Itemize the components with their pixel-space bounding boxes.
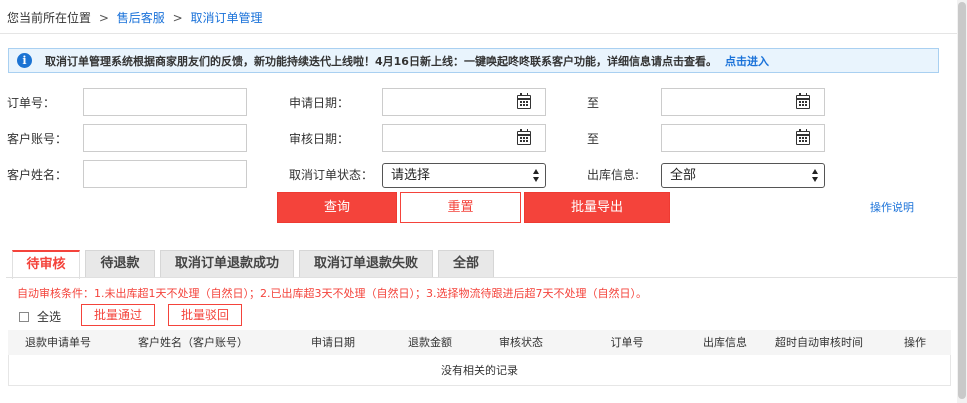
breadcrumb-item-cancel-order[interactable]: 取消订单管理 (190, 11, 262, 25)
empty-text: 没有相关的记录 (441, 364, 518, 377)
apply-date-end-input[interactable] (661, 88, 825, 116)
header-divider (0, 33, 967, 34)
select-arrows-icon (533, 169, 540, 182)
tab-refund-success[interactable]: 取消订单退款成功 (160, 250, 294, 278)
col-order-no: 订单号 (610, 336, 644, 349)
breadcrumb-separator: > (172, 11, 183, 25)
notice-banner: i 取消订单管理系统根据商家朋友们的反馈，新功能持续迭代上线啦！4月16日新上线… (8, 48, 939, 73)
col-customer: 客户姓名（客户账号） (138, 336, 248, 349)
calendar-icon[interactable] (517, 129, 531, 145)
col-actions: 操作 (904, 336, 926, 349)
order-no-input[interactable] (83, 88, 247, 116)
calendar-icon[interactable] (796, 93, 810, 109)
apply-date-start-input[interactable] (382, 88, 546, 116)
breadcrumb: 您当前所在位置 > 售后客服 > 取消订单管理 (7, 9, 262, 27)
select-all-label: 全选 (37, 310, 62, 324)
cancel-status-select[interactable]: 请选择 (382, 163, 546, 188)
tab-pending-refund[interactable]: 待退款 (85, 250, 155, 278)
customer-name-input[interactable] (83, 160, 247, 188)
col-outbound: 出库信息 (703, 336, 747, 349)
col-auto-review-time: 超时自动审核时间 (775, 336, 863, 349)
outbound-value: 全部 (670, 168, 697, 183)
tab-refund-failed[interactable]: 取消订单退款失败 (299, 250, 433, 278)
notice-link[interactable]: 点击进入 (725, 53, 769, 69)
outbound-select[interactable]: 全部 (661, 163, 825, 188)
col-refund-amount: 退款金额 (408, 336, 452, 349)
notice-text: 取消订单管理系统根据商家朋友们的反馈，新功能持续迭代上线啦！4月16日新上线：一… (45, 54, 717, 68)
select-arrows-icon (812, 169, 819, 182)
review-date-start-input[interactable] (382, 124, 546, 152)
bulk-approve-button[interactable]: 批量通过 (81, 304, 155, 326)
review-date-to-label: 至 (587, 132, 600, 146)
table-empty-row: 没有相关的记录 (8, 355, 951, 386)
apply-date-to-label: 至 (587, 96, 600, 110)
table-header: 退款申请单号 客户姓名（客户账号） 申请日期 退款金额 审核状态 订单号 出库信… (8, 330, 951, 355)
export-button[interactable]: 批量导出 (524, 192, 670, 223)
select-all-checkbox[interactable] (19, 311, 29, 322)
info-icon: i (17, 53, 32, 68)
bulk-reject-button[interactable]: 批量驳回 (168, 304, 242, 326)
outbound-label: 出库信息: (587, 168, 640, 182)
auto-review-rules: 自动审核条件：1.未出库超1天不处理（自然日）；2.已出库超3天不处理（自然日）… (17, 287, 647, 300)
review-date-end-input[interactable] (661, 124, 825, 152)
order-no-label: 订单号： (7, 96, 56, 110)
scrollbar-thumb[interactable] (958, 2, 966, 399)
reset-button[interactable]: 重置 (400, 192, 521, 223)
breadcrumb-separator: > (98, 11, 109, 25)
calendar-icon[interactable] (796, 129, 810, 145)
col-review-status: 审核状态 (499, 336, 543, 349)
tab-pending-review[interactable]: 待审核 (12, 250, 80, 279)
apply-date-label: 申请日期： (289, 96, 350, 110)
help-link[interactable]: 操作说明 (870, 199, 914, 215)
tab-bar: 待审核 待退款 取消订单退款成功 取消订单退款失败 全部 (0, 250, 967, 279)
breadcrumb-current-label: 您当前所在位置 (7, 11, 92, 25)
customer-account-label: 客户账号： (7, 132, 68, 146)
review-date-label: 审核日期： (289, 132, 350, 146)
select-all[interactable]: 全选 (19, 308, 61, 325)
tab-divider (6, 277, 967, 278)
cancel-status-value: 请选择 (391, 168, 431, 183)
calendar-icon[interactable] (517, 93, 531, 109)
breadcrumb-item-after-sales[interactable]: 售后客服 (117, 11, 165, 25)
tab-all[interactable]: 全部 (438, 250, 494, 278)
customer-name-label: 客户姓名： (7, 168, 68, 182)
query-button[interactable]: 查询 (277, 192, 397, 223)
col-refund-no: 退款申请单号 (25, 336, 91, 349)
col-apply-date: 申请日期 (311, 336, 355, 349)
customer-account-input[interactable] (83, 124, 247, 152)
cancel-status-label: 取消订单状态： (289, 168, 374, 182)
